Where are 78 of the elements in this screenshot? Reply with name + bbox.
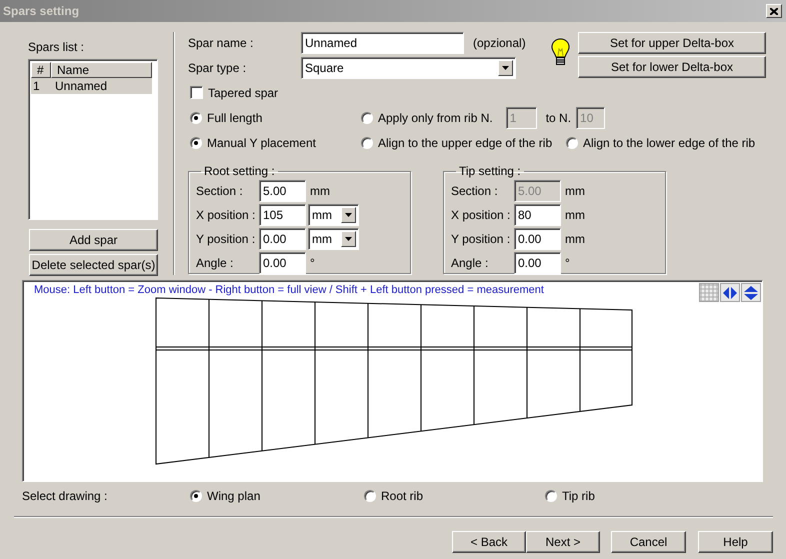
footer-button[interactable]: Help	[698, 531, 773, 553]
field-label: Angle :	[196, 256, 234, 270]
value-field[interactable]: 105	[259, 204, 306, 226]
radio-button[interactable]	[545, 490, 557, 502]
radio-button[interactable]	[566, 137, 578, 149]
field-label: Y position :	[451, 232, 512, 246]
name-field[interactable]: Unnamed	[301, 32, 464, 54]
unit-value: mm	[312, 232, 332, 246]
mouse-hint: Mouse: Left button = Zoom window - Right button = full view / Shift + Left button pressed = measurement	[34, 284, 544, 296]
field-label: Angle :	[451, 256, 490, 270]
radio-label: Full length	[207, 111, 262, 125]
field-label: X position :	[196, 208, 256, 222]
footer-button[interactable]: Next >	[526, 531, 600, 553]
unit-label: °	[310, 256, 315, 270]
caret-icon	[502, 66, 509, 70]
type-dropdown[interactable]: Square	[301, 57, 516, 79]
value-field[interactable]: 80	[514, 204, 561, 226]
radio-label: Tip rib	[562, 489, 595, 503]
radio-button[interactable]	[190, 137, 202, 149]
list-row[interactable]: 1 Unnamed	[31, 78, 152, 94]
value-field[interactable]: 0.00	[514, 228, 561, 250]
value-field[interactable]: 0.00	[514, 252, 561, 274]
horizontal-arrows-icon[interactable]	[720, 283, 740, 302]
radio-label: Wing plan	[207, 489, 260, 503]
column-header[interactable]: #	[31, 62, 51, 78]
checkbox[interactable]	[190, 86, 203, 99]
list-label: Spars list :	[28, 40, 86, 54]
column-header[interactable]: Name	[51, 62, 152, 78]
field-label: Section :	[451, 184, 499, 198]
unit-dropdown[interactable]: mm	[308, 228, 359, 250]
select-drawing-label: Select drawing :	[22, 489, 108, 503]
unit-label: mm	[310, 184, 330, 198]
window-title: Spars setting	[3, 4, 80, 18]
footer-button[interactable]: < Back	[452, 531, 526, 553]
field-label: Section :	[196, 184, 244, 198]
field-label: Spar type :	[188, 61, 248, 75]
value-field[interactable]: 0.00	[259, 228, 306, 250]
radio-button[interactable]	[361, 112, 373, 124]
caret-icon	[345, 237, 352, 241]
unit-label: °	[565, 256, 570, 270]
vertical-arrows-icon[interactable]	[741, 283, 761, 302]
unit-label: mm	[565, 208, 585, 222]
radio-label: Apply only from rib N.	[378, 111, 493, 125]
radio-button[interactable]	[361, 137, 373, 149]
add-button[interactable]: Add spar	[29, 229, 158, 251]
to-label: to N.	[546, 111, 572, 125]
radio-button[interactable]	[190, 112, 202, 124]
spar-name: Unnamed	[54, 78, 108, 94]
drawing-canvas[interactable]: Mouse: Left button = Zoom window - Right button = full view / Shift + Left button pressed = measurement	[22, 280, 763, 482]
field-label: X position :	[451, 208, 512, 222]
radio-label: Align to the upper edge of the rib	[378, 136, 552, 150]
unit-dropdown[interactable]: mm	[308, 204, 359, 226]
value-field[interactable]: 0.00	[259, 252, 306, 274]
unit-label: mm	[565, 184, 585, 198]
caret-icon	[345, 213, 352, 217]
value-field[interactable]: 5.00	[259, 180, 306, 202]
close-button[interactable]	[766, 4, 782, 18]
delete-button[interactable]: Delete selected spar(s)	[29, 254, 158, 276]
delta-box-button[interactable]: Set for upper Delta-box	[578, 32, 766, 54]
footer-button[interactable]: Cancel	[611, 531, 686, 553]
type-value: Square	[305, 61, 344, 75]
note-text: (opzional)	[473, 36, 526, 50]
light-bulb-icon	[551, 38, 570, 66]
unit-label: mm	[565, 232, 585, 246]
field-label: Spar name :	[188, 36, 254, 50]
radio-button[interactable]	[190, 490, 202, 502]
delta-box-button[interactable]: Set for lower Delta-box	[578, 56, 766, 78]
unit-value: mm	[312, 208, 332, 222]
close-icon	[770, 8, 778, 14]
row-number: 1	[32, 78, 41, 94]
radio-button[interactable]	[364, 490, 376, 502]
radio-label: Manual Y placement	[207, 136, 316, 150]
group-title: Tip setting :	[458, 164, 522, 178]
field-label: Y position :	[196, 232, 256, 246]
radio-label: Align to the lower edge of the rib	[583, 136, 756, 150]
checkbox-label: Tapered spar	[208, 86, 278, 100]
radio-label: Root rib	[381, 489, 424, 503]
group-title: Root setting :	[203, 164, 276, 178]
